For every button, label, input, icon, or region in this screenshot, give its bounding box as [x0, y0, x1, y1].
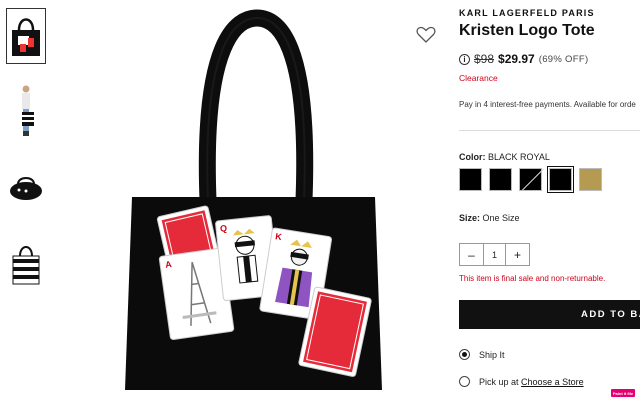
info-icon[interactable]: i — [459, 53, 470, 65]
quantity-decrease-button[interactable]: – — [460, 244, 483, 265]
wishlist-button[interactable] — [416, 26, 438, 46]
brand-name[interactable]: KARL LAGERFELD PARIS — [459, 8, 595, 18]
thumbnail-striped[interactable] — [6, 236, 46, 292]
quantity-stepper: – 1 + — [459, 243, 530, 266]
price-row: i $98 $29.97 (69% OFF) — [459, 52, 588, 66]
swatch-black-2[interactable] — [489, 168, 512, 191]
color-label: Color: BLACK ROYAL — [459, 152, 550, 162]
original-price: $98 — [474, 52, 495, 66]
swatch-gold[interactable] — [579, 168, 602, 191]
thumbnail-list — [6, 8, 46, 312]
divider — [459, 130, 640, 131]
pickup-radio[interactable] — [459, 376, 470, 387]
size-value: One Size — [482, 213, 520, 223]
thumbnail-front[interactable] — [6, 8, 46, 64]
ship-it-radio[interactable] — [459, 349, 470, 360]
pin-badge[interactable]: Paint it file — [611, 389, 635, 397]
thumbnail-duffel[interactable] — [6, 160, 46, 216]
payments-info: Pay in 4 interest-free payments. Availab… — [459, 100, 636, 109]
svg-text:Q: Q — [220, 223, 228, 234]
swatch-black-1[interactable] — [459, 168, 482, 191]
sale-price: $29.97 — [498, 52, 535, 66]
pickup-label: Pick up at — [479, 376, 519, 387]
product-info-panel: KARL LAGERFELD PARIS Kristen Logo Tote i… — [459, 0, 640, 401]
product-title: Kristen Logo Tote — [459, 22, 595, 39]
ship-it-label: Ship It — [479, 349, 505, 360]
quantity-input[interactable]: 1 — [483, 244, 506, 265]
clearance-label: Clearance — [459, 73, 498, 83]
add-to-bag-button[interactable]: ADD TO BAG — [459, 300, 640, 329]
thumbnail-model[interactable] — [6, 84, 46, 140]
discount-label: (69% OFF) — [538, 53, 589, 65]
quantity-increase-button[interactable]: + — [506, 244, 529, 265]
size-label: Size: One Size — [459, 213, 520, 223]
pickup-option[interactable]: Pick up at Choose a Store — [459, 376, 584, 387]
color-swatches — [459, 166, 609, 193]
swatch-black-unavailable[interactable] — [519, 168, 542, 191]
heart-icon — [416, 26, 436, 43]
swatch-black-royal[interactable] — [547, 166, 574, 193]
choose-store-link[interactable]: Choose a Store — [521, 377, 584, 387]
ship-it-option[interactable]: Ship It — [459, 349, 505, 360]
selected-color: BLACK ROYAL — [488, 152, 550, 162]
final-sale-notice: This item is final sale and non-returnab… — [459, 274, 606, 283]
main-product-image: A Q K — [52, 0, 447, 401]
